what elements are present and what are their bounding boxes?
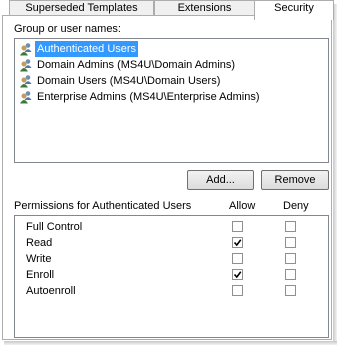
list-item-enterprise-admins[interactable]: Enterprise Admins (MS4U\Enterprise Admin…	[17, 89, 326, 105]
deny-column-header: Deny	[283, 200, 309, 212]
allow-checkbox-checked[interactable]	[232, 237, 243, 248]
deny-checkbox[interactable]	[285, 253, 296, 264]
permission-row-write: Write	[15, 251, 328, 267]
deny-checkbox[interactable]	[285, 237, 296, 248]
allow-checkbox[interactable]	[232, 285, 243, 296]
list-item-label: Authenticated Users	[35, 41, 139, 57]
permission-name: Read	[26, 237, 53, 249]
remove-button[interactable]: Remove	[261, 170, 329, 190]
allow-column-header: Allow	[229, 200, 256, 212]
list-item-domain-admins[interactable]: Domain Admins (MS4U\Domain Admins)	[17, 57, 326, 73]
add-button[interactable]: Add...	[187, 170, 254, 190]
permissions-label: Permissions for Authenticated Users	[14, 200, 192, 212]
permission-row-read: Read	[15, 235, 328, 251]
permissions-list: Full Control Read Write Enroll Autoenrol…	[14, 215, 329, 338]
list-item-authenticated-users[interactable]: Authenticated Users	[17, 41, 326, 57]
allow-checkbox[interactable]	[232, 221, 243, 232]
tab-superseded-templates[interactable]: Superseded Templates	[9, 0, 154, 16]
list-item-label: Domain Users (MS4U\Domain Users)	[37, 75, 221, 87]
group-list[interactable]: Authenticated Users Domain Admins (MS4U\…	[14, 38, 329, 163]
permission-name: Write	[26, 253, 52, 265]
dialog-shadow	[333, 4, 337, 345]
tab-security[interactable]: Security	[254, 0, 334, 20]
permission-row-enroll: Enroll	[15, 267, 328, 283]
list-item-domain-users[interactable]: Domain Users (MS4U\Domain Users)	[17, 73, 326, 89]
security-dialog: Superseded Templates Extensions Security…	[0, 0, 334, 341]
users-group-icon	[19, 90, 33, 104]
permission-name: Autoenroll	[26, 285, 76, 297]
tab-extensions[interactable]: Extensions	[154, 0, 255, 16]
deny-checkbox[interactable]	[285, 269, 296, 280]
permission-name: Full Control	[26, 221, 83, 233]
allow-checkbox[interactable]	[232, 253, 243, 264]
permission-row-autoenroll: Autoenroll	[15, 283, 328, 299]
group-names-label: Group or user names:	[14, 23, 121, 35]
users-group-icon	[19, 74, 33, 88]
deny-checkbox[interactable]	[285, 285, 296, 296]
dialog-shadow	[4, 341, 337, 345]
deny-checkbox[interactable]	[285, 221, 296, 232]
allow-checkbox-checked[interactable]	[232, 269, 243, 280]
users-group-icon	[19, 42, 33, 56]
permission-name: Enroll	[26, 269, 55, 281]
list-item-label: Domain Admins (MS4U\Domain Admins)	[37, 59, 236, 71]
users-group-icon	[19, 58, 33, 72]
list-item-label: Enterprise Admins (MS4U\Enterprise Admin…	[37, 91, 260, 103]
permission-row-full-control: Full Control	[15, 219, 328, 235]
